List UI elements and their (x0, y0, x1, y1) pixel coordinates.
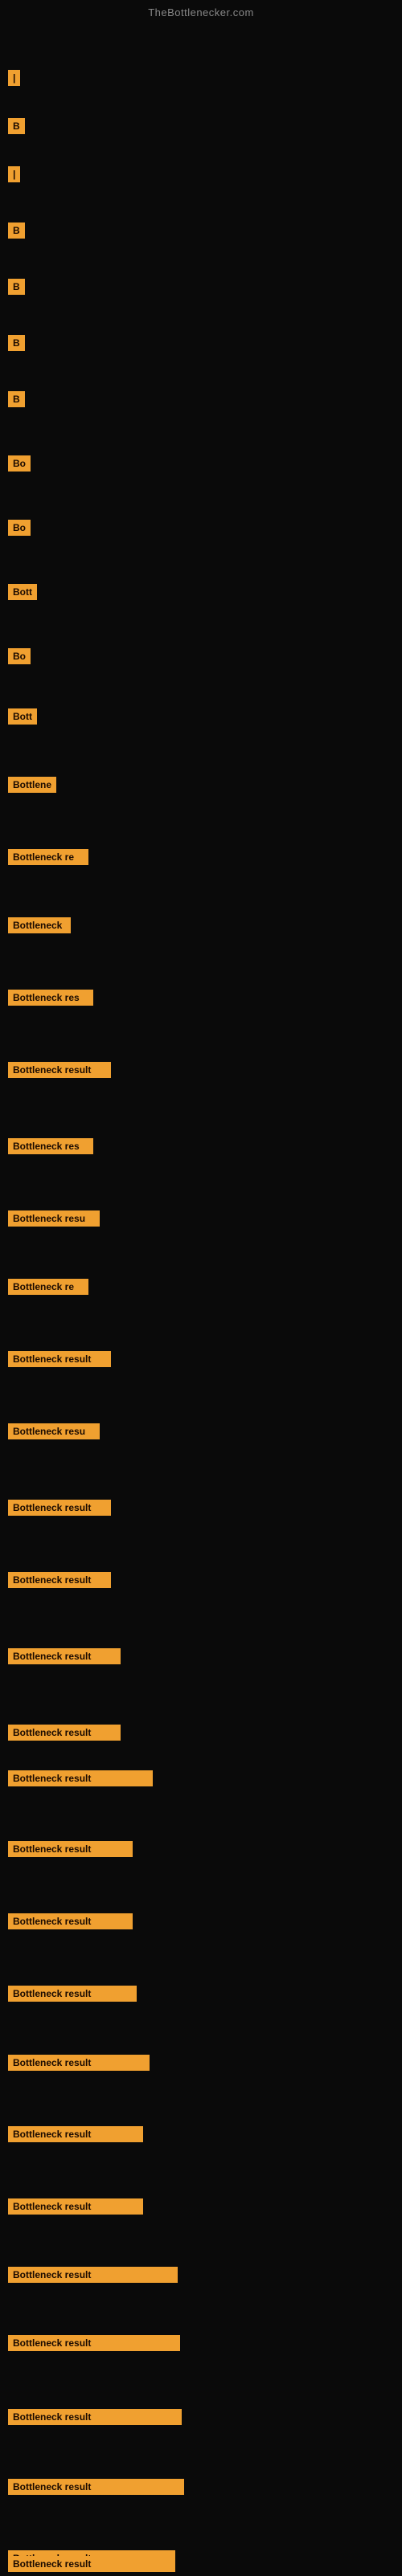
bottleneck-label: Bottleneck res (8, 990, 93, 1006)
bottleneck-item: Bottleneck (8, 917, 71, 933)
bottleneck-item: Bott (8, 584, 37, 600)
bottleneck-item: B (8, 118, 25, 134)
bottleneck-label: Bott (8, 708, 37, 725)
bottleneck-label: Bottleneck result (8, 1062, 111, 1078)
bottleneck-label: Bottleneck result (8, 2409, 182, 2425)
bottleneck-label: Bottleneck result (8, 1648, 121, 1664)
bottleneck-item: Bottleneck result (8, 1351, 111, 1367)
bottleneck-label: Bo (8, 455, 31, 472)
bottleneck-item: Bottleneck result (8, 2126, 143, 2142)
bottleneck-label: Bottleneck re (8, 849, 88, 865)
bottleneck-item: Bottleneck result (8, 1986, 137, 2002)
bottleneck-label: B (8, 222, 25, 239)
bottleneck-item: Bottleneck result (8, 2479, 184, 2495)
bottleneck-item: Bottleneck resu (8, 1210, 100, 1227)
bottleneck-label: B (8, 335, 25, 351)
bottleneck-item: Bottleneck res (8, 990, 93, 1006)
bottleneck-label: Bottleneck result (8, 1351, 111, 1367)
bottleneck-label: Bottleneck resu (8, 1210, 100, 1227)
bottleneck-item: B (8, 335, 25, 351)
bottleneck-item: | (8, 166, 20, 182)
bottleneck-label: Bottleneck result (8, 1841, 133, 1857)
bottleneck-item: Bottleneck result (8, 1770, 153, 1786)
bottleneck-item: Bo (8, 455, 31, 472)
bottleneck-label: Bottleneck result (8, 1572, 111, 1588)
bottleneck-label: Bottleneck re (8, 1279, 88, 1295)
bottleneck-item: Bottleneck result (8, 2335, 180, 2351)
bottleneck-label: Bott (8, 584, 37, 600)
bottleneck-item: Bottleneck result (8, 1500, 111, 1516)
bottleneck-label: B (8, 118, 25, 134)
bottleneck-item: Bottleneck result (8, 1648, 121, 1664)
bottleneck-label: | (8, 166, 20, 182)
bottleneck-label: Bottleneck (8, 917, 71, 933)
bottleneck-label: Bottleneck result (8, 2267, 178, 2283)
bottleneck-label: Bottleneck result (8, 2556, 175, 2572)
bottleneck-item: | (8, 70, 20, 86)
bottleneck-label: Bottleneck result (8, 1986, 137, 2002)
bottleneck-label: Bottleneck result (8, 1770, 153, 1786)
bottleneck-label: Bottleneck result (8, 2126, 143, 2142)
bottleneck-item: Bo (8, 648, 31, 664)
bottleneck-label: Bo (8, 648, 31, 664)
bottleneck-item: Bottlene (8, 777, 56, 793)
bottleneck-label: Bottleneck result (8, 2198, 143, 2215)
bottleneck-label: | (8, 70, 20, 86)
bottleneck-item: Bottleneck resu (8, 1423, 100, 1439)
bottleneck-label: Bottleneck result (8, 1500, 111, 1516)
bottleneck-label: Bottlene (8, 777, 56, 793)
bottleneck-label: Bo (8, 520, 31, 536)
bottleneck-item: Bottleneck result (8, 2198, 143, 2215)
bottleneck-item: B (8, 222, 25, 239)
bottleneck-item: Bottleneck result (8, 1725, 121, 1741)
bottleneck-item: Bottleneck result (8, 1572, 111, 1588)
bottleneck-item: Bottleneck re (8, 1279, 88, 1295)
bottleneck-item: Bottleneck result (8, 1913, 133, 1929)
bottleneck-item: Bottleneck res (8, 1138, 93, 1154)
bottleneck-item: Bo (8, 520, 31, 536)
bottleneck-label: B (8, 391, 25, 407)
bottleneck-item: Bottleneck result (8, 2556, 175, 2572)
bottleneck-label: Bottleneck result (8, 2055, 150, 2071)
bottleneck-label: Bottleneck result (8, 1913, 133, 1929)
bottleneck-item: Bottleneck re (8, 849, 88, 865)
bottleneck-item: Bottleneck result (8, 2267, 178, 2283)
bottleneck-label: Bottleneck result (8, 2335, 180, 2351)
bottleneck-item: Bottleneck result (8, 1841, 133, 1857)
bottleneck-label: Bottleneck resu (8, 1423, 100, 1439)
bottleneck-item: B (8, 279, 25, 295)
bottleneck-label: B (8, 279, 25, 295)
bottleneck-item: Bottleneck result (8, 1062, 111, 1078)
bottleneck-item: Bott (8, 708, 37, 725)
bottleneck-label: Bottleneck res (8, 1138, 93, 1154)
bottleneck-item: Bottleneck result (8, 2409, 182, 2425)
site-title: TheBottlenecker.com (0, 0, 402, 22)
bottleneck-label: Bottleneck result (8, 2479, 184, 2495)
bottleneck-item: B (8, 391, 25, 407)
bottleneck-label: Bottleneck result (8, 1725, 121, 1741)
bottleneck-item: Bottleneck result (8, 2055, 150, 2071)
items-container: | B | B B B B Bo Bo Bott Bo Bott Bottlene Bottleneck … (0, 22, 402, 2576)
